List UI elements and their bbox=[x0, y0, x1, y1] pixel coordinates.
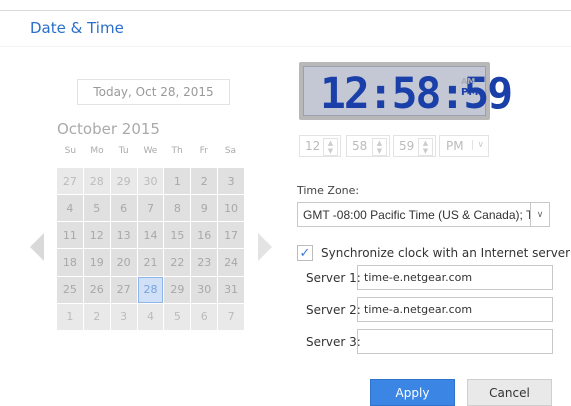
today-button[interactable]: Today, Oct 28, 2015 bbox=[77, 79, 230, 105]
hour-stepper-buttons[interactable]: ▲ ▼ bbox=[323, 138, 338, 156]
cancel-button[interactable]: Cancel bbox=[467, 379, 552, 406]
calendar-day[interactable]: 16 bbox=[191, 222, 218, 249]
minute-stepper-buttons[interactable]: ▲ ▼ bbox=[372, 138, 387, 156]
weekday-label: We bbox=[143, 146, 158, 156]
calendar-day[interactable]: 14 bbox=[137, 222, 164, 249]
calendar-day[interactable]: 21 bbox=[137, 249, 164, 276]
chevron-up-icon[interactable]: ▲ bbox=[324, 139, 337, 147]
calendar-day[interactable]: 4 bbox=[137, 303, 164, 330]
server3-label: Server 3: bbox=[306, 335, 361, 349]
chevron-down-icon[interactable]: ▼ bbox=[373, 147, 386, 155]
clock-pm-indicator: PM bbox=[461, 87, 479, 98]
ampm-value: PM bbox=[446, 139, 464, 153]
sync-label: Synchronize clock with an Internet serve… bbox=[321, 246, 571, 260]
calendar-grid: 27 28 29 30 1 2 3 4 5 6 7 8 9 10 11 12 13 14 15 16 17 18 19 20 2… bbox=[57, 168, 244, 330]
calendar-day[interactable]: 5 bbox=[83, 195, 110, 222]
calendar-day[interactable]: 26 bbox=[83, 276, 110, 303]
calendar-day[interactable]: 23 bbox=[191, 249, 218, 276]
title-divider bbox=[0, 46, 571, 47]
calendar-day[interactable]: 29 bbox=[164, 276, 191, 303]
sync-checkbox[interactable]: ✓ bbox=[297, 245, 313, 261]
chevron-down-icon[interactable]: ▼ bbox=[419, 147, 432, 155]
clock-screen: 12:58:59 AM PM bbox=[303, 66, 513, 119]
calendar-day[interactable]: 18 bbox=[57, 249, 83, 276]
calendar-day[interactable]: 24 bbox=[218, 249, 244, 276]
calendar-day[interactable]: 19 bbox=[83, 249, 110, 276]
apply-button[interactable]: Apply bbox=[370, 379, 455, 406]
calendar-day[interactable]: 30 bbox=[137, 168, 164, 195]
weekday-label: Fr bbox=[199, 146, 208, 156]
calendar-day[interactable]: 1 bbox=[57, 303, 83, 330]
timezone-value: GMT -08:00 Pacific Time (US & Canada); T… bbox=[303, 207, 536, 222]
weekday-label: Th bbox=[171, 146, 183, 156]
calendar-day[interactable]: 10 bbox=[218, 195, 244, 222]
calendar-day[interactable]: 29 bbox=[110, 168, 137, 195]
minute-value: 58 bbox=[352, 139, 368, 153]
server3-input[interactable] bbox=[357, 329, 553, 354]
clock-display: 12:58:59 AM PM bbox=[299, 62, 513, 120]
chevron-up-icon[interactable]: ▲ bbox=[419, 139, 432, 147]
calendar-day[interactable]: 31 bbox=[218, 276, 244, 303]
ampm-select[interactable]: PM ∨ bbox=[439, 135, 489, 157]
weekday-label: Mo bbox=[90, 146, 104, 156]
clock-am-indicator: AM bbox=[461, 77, 476, 86]
calendar-day[interactable]: 4 bbox=[57, 195, 83, 222]
top-border bbox=[0, 0, 571, 11]
second-stepper-buttons[interactable]: ▲ ▼ bbox=[418, 138, 433, 156]
calendar-day[interactable]: 3 bbox=[218, 168, 244, 195]
weekday-label: Su bbox=[64, 146, 77, 156]
minute-stepper[interactable]: 58 ▲ ▼ bbox=[346, 135, 390, 157]
calendar-day[interactable]: 27 bbox=[110, 276, 137, 303]
calendar-day[interactable]: 28 bbox=[83, 168, 110, 195]
server2-label: Server 2: bbox=[306, 303, 361, 317]
calendar-day[interactable]: 1 bbox=[164, 168, 191, 195]
calendar-day[interactable]: 25 bbox=[57, 276, 83, 303]
chevron-up-icon[interactable]: ▲ bbox=[373, 139, 386, 147]
weekday-label: Sa bbox=[224, 146, 237, 156]
chevron-down-icon[interactable]: ∨ bbox=[530, 203, 549, 226]
timezone-select[interactable]: GMT -08:00 Pacific Time (US & Canada); T… bbox=[297, 202, 550, 227]
calendar-day[interactable]: 13 bbox=[110, 222, 137, 249]
calendar-day[interactable]: 22 bbox=[164, 249, 191, 276]
calendar-day[interactable]: 17 bbox=[218, 222, 244, 249]
server1-label: Server 1: bbox=[306, 271, 361, 285]
calendar-day[interactable]: 7 bbox=[218, 303, 244, 330]
clock-digits: 12:58:59 bbox=[320, 69, 513, 119]
calendar-day[interactable]: 11 bbox=[57, 222, 83, 249]
calendar-day[interactable]: 28 bbox=[137, 276, 164, 303]
calendar-day[interactable]: 6 bbox=[191, 303, 218, 330]
server2-input[interactable]: time-a.netgear.com bbox=[357, 297, 553, 322]
hour-value: 12 bbox=[305, 139, 321, 153]
calendar-day[interactable]: 20 bbox=[110, 249, 137, 276]
calendar-day[interactable]: 15 bbox=[164, 222, 191, 249]
chevron-down-icon[interactable]: ∨ bbox=[472, 140, 484, 150]
checkmark-icon: ✓ bbox=[299, 245, 311, 261]
calendar-day[interactable]: 30 bbox=[191, 276, 218, 303]
calendar-day[interactable]: 6 bbox=[110, 195, 137, 222]
calendar-day[interactable]: 8 bbox=[164, 195, 191, 222]
calendar-day[interactable]: 3 bbox=[110, 303, 137, 330]
month-label: October 2015 bbox=[57, 120, 160, 138]
second-value: 59 bbox=[399, 139, 415, 153]
chevron-down-icon[interactable]: ▼ bbox=[324, 147, 337, 155]
dialog-title: Date & Time bbox=[30, 19, 124, 37]
timezone-label: Time Zone: bbox=[297, 184, 360, 197]
weekday-label: Tu bbox=[118, 146, 129, 156]
calendar-day[interactable]: 2 bbox=[83, 303, 110, 330]
calendar-day[interactable]: 12 bbox=[83, 222, 110, 249]
calendar-day[interactable]: 9 bbox=[191, 195, 218, 222]
calendar-day[interactable]: 5 bbox=[164, 303, 191, 330]
next-month-arrow-icon[interactable] bbox=[258, 233, 272, 261]
second-stepper[interactable]: 59 ▲ ▼ bbox=[393, 135, 436, 157]
server1-input[interactable]: time-e.netgear.com bbox=[357, 265, 553, 290]
sync-option[interactable]: ✓ Synchronize clock with an Internet ser… bbox=[297, 245, 570, 261]
hour-stepper[interactable]: 12 ▲ ▼ bbox=[299, 135, 341, 157]
calendar-day[interactable]: 7 bbox=[137, 195, 164, 222]
weekday-header: Su Mo Tu We Th Fr Sa bbox=[57, 146, 244, 162]
prev-month-arrow-icon[interactable] bbox=[30, 233, 44, 261]
calendar-day[interactable]: 27 bbox=[57, 168, 83, 195]
calendar-day[interactable]: 2 bbox=[191, 168, 218, 195]
